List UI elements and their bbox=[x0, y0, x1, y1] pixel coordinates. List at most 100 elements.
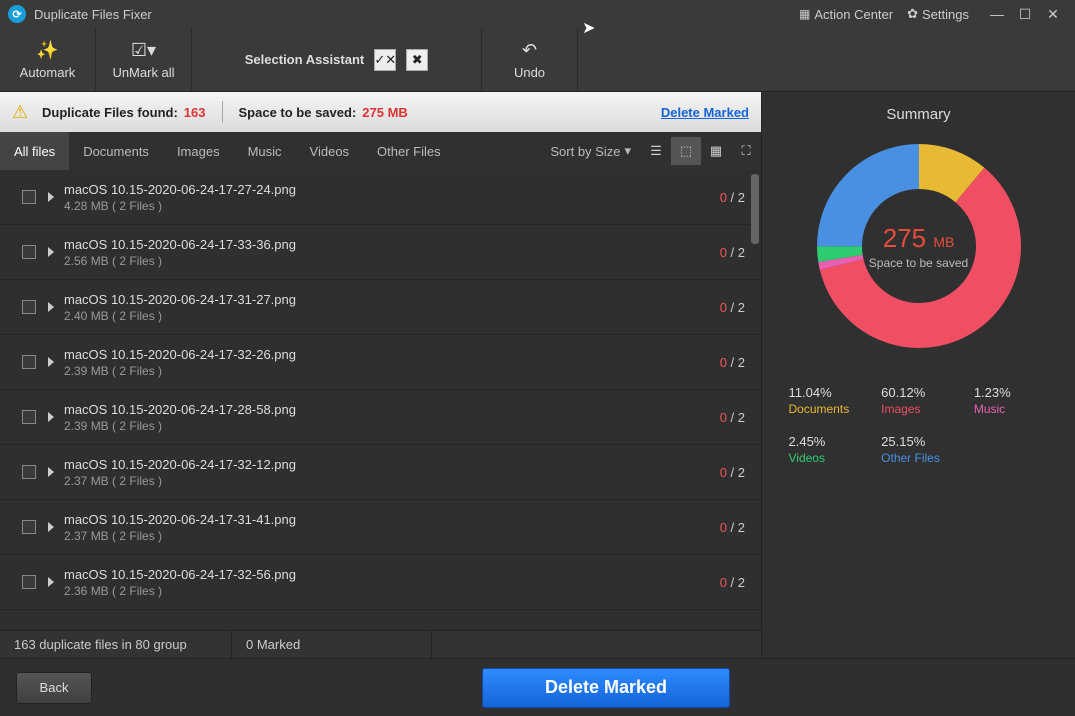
legend-name: Videos bbox=[789, 451, 864, 465]
file-counts: 0 / 2 bbox=[720, 245, 745, 260]
selection-assistant-button[interactable]: Selection Assistant ✓✕ ✖ bbox=[192, 28, 482, 91]
tab-all-files[interactable]: All files bbox=[0, 132, 69, 170]
automark-button[interactable]: ✨ Automark bbox=[0, 28, 96, 91]
legend-pct: 1.23% bbox=[974, 385, 1049, 400]
legend: 11.04%Documents60.12%Images1.23%Music2.4… bbox=[789, 385, 1049, 465]
unmark-all-button[interactable]: ☑▾ UnMark all bbox=[96, 28, 192, 91]
file-name: macOS 10.15-2020-06-24-17-28-58.png bbox=[64, 402, 720, 417]
file-meta: 2.56 MB ( 2 Files ) bbox=[64, 254, 720, 268]
file-name: macOS 10.15-2020-06-24-17-32-56.png bbox=[64, 567, 720, 582]
view-list-button[interactable]: ☰ bbox=[641, 137, 671, 165]
view-grid-button[interactable]: ▦ bbox=[701, 137, 731, 165]
legend-item: 1.23% Music bbox=[974, 385, 1049, 416]
tab-documents[interactable]: Documents bbox=[69, 132, 163, 170]
tab-videos[interactable]: Videos bbox=[296, 132, 364, 170]
file-checkbox[interactable] bbox=[22, 575, 36, 589]
action-center-button[interactable]: ▦ Action Center bbox=[799, 7, 893, 22]
file-checkbox[interactable] bbox=[22, 410, 36, 424]
fullscreen-button[interactable]: ⛶ bbox=[731, 137, 761, 165]
expand-caret-icon[interactable] bbox=[48, 302, 54, 312]
expand-caret-icon[interactable] bbox=[48, 247, 54, 257]
file-row[interactable]: macOS 10.15-2020-06-24-17-28-58.png 2.39 … bbox=[0, 390, 761, 445]
file-name: macOS 10.15-2020-06-24-17-32-26.png bbox=[64, 347, 720, 362]
donut-center-label: Space to be saved bbox=[869, 256, 968, 270]
file-name: macOS 10.15-2020-06-24-17-31-41.png bbox=[64, 512, 720, 527]
legend-name: Images bbox=[881, 402, 956, 416]
expand-caret-icon[interactable] bbox=[48, 412, 54, 422]
file-name: macOS 10.15-2020-06-24-17-27-24.png bbox=[64, 182, 720, 197]
file-checkbox[interactable] bbox=[22, 300, 36, 314]
file-counts: 0 / 2 bbox=[720, 575, 745, 590]
gear-icon: ✿ bbox=[907, 6, 918, 22]
file-meta: 2.39 MB ( 2 Files ) bbox=[64, 419, 720, 433]
legend-pct: 11.04% bbox=[789, 385, 864, 400]
legend-name: Other Files bbox=[881, 451, 956, 465]
space-label: Space to be saved: bbox=[239, 105, 357, 120]
undo-button[interactable]: ↶ Undo bbox=[482, 28, 578, 91]
file-meta: 2.37 MB ( 2 Files ) bbox=[64, 474, 720, 488]
maximize-button[interactable]: ☐ bbox=[1011, 6, 1039, 23]
file-row[interactable]: macOS 10.15-2020-06-24-17-32-56.png 2.36 … bbox=[0, 555, 761, 610]
expand-caret-icon[interactable] bbox=[48, 192, 54, 202]
scrollbar[interactable] bbox=[751, 174, 759, 244]
grid-view-icon: ▦ bbox=[710, 143, 722, 159]
unmark-label: UnMark all bbox=[112, 65, 174, 80]
chevron-down-icon: ▾ bbox=[624, 143, 631, 159]
file-meta: 2.37 MB ( 2 Files ) bbox=[64, 529, 720, 543]
back-button[interactable]: Back bbox=[16, 672, 92, 704]
left-pane: ⚠ Duplicate Files found: 163 Space to be… bbox=[0, 92, 762, 658]
file-row[interactable]: macOS 10.15-2020-06-24-17-27-24.png4.28 … bbox=[0, 170, 761, 225]
file-row[interactable]: macOS 10.15-2020-06-24-17-32-12.png 2.37 … bbox=[0, 445, 761, 500]
view-tree-button[interactable]: ⬚ bbox=[671, 137, 701, 165]
file-name: macOS 10.15-2020-06-24-17-33-36.png bbox=[64, 237, 720, 252]
file-checkbox[interactable] bbox=[22, 520, 36, 534]
action-center-label: Action Center bbox=[814, 7, 893, 22]
file-counts: 0 / 2 bbox=[720, 410, 745, 425]
file-checkbox[interactable] bbox=[22, 355, 36, 369]
tab-music[interactable]: Music bbox=[234, 132, 296, 170]
file-row[interactable]: macOS 10.15-2020-06-24-17-32-26.png2.39 … bbox=[0, 335, 761, 390]
file-counts: 0 / 2 bbox=[720, 190, 745, 205]
legend-item: 25.15%Other Files bbox=[881, 434, 956, 465]
summary-title: Summary bbox=[886, 106, 950, 123]
legend-item: 60.12%Images bbox=[881, 385, 956, 416]
minimize-button[interactable]: — bbox=[983, 6, 1011, 22]
file-list: macOS 10.15-2020-06-24-17-27-24.png4.28 … bbox=[0, 170, 761, 630]
file-counts: 0 / 2 bbox=[720, 520, 745, 535]
file-row[interactable]: macOS 10.15-2020-06-24-17-33-36.png 2.56 … bbox=[0, 225, 761, 280]
legend-name: Music bbox=[974, 402, 1049, 416]
space-value: 275 MB bbox=[362, 105, 408, 120]
sort-dropdown[interactable]: Sort by Size ▾ bbox=[550, 143, 631, 159]
titlebar: ⟳ Duplicate Files Fixer ▦ Action Center … bbox=[0, 0, 1075, 28]
file-meta: 2.40 MB ( 2 Files ) bbox=[64, 309, 720, 323]
file-row[interactable]: macOS 10.15-2020-06-24-17-31-27.png 2.40 … bbox=[0, 280, 761, 335]
file-checkbox[interactable] bbox=[22, 465, 36, 479]
tab-other[interactable]: Other Files bbox=[363, 132, 455, 170]
delete-marked-link[interactable]: Delete Marked bbox=[661, 105, 749, 120]
app-logo-icon: ⟳ bbox=[8, 5, 26, 23]
file-counts: 0 / 2 bbox=[720, 355, 745, 370]
file-counts: 0 / 2 bbox=[720, 300, 745, 315]
file-checkbox[interactable] bbox=[22, 190, 36, 204]
expand-caret-icon[interactable] bbox=[48, 357, 54, 367]
file-name: macOS 10.15-2020-06-24-17-31-27.png bbox=[64, 292, 720, 307]
expand-caret-icon[interactable] bbox=[48, 467, 54, 477]
legend-item: 2.45%Videos bbox=[789, 434, 864, 465]
file-checkbox[interactable] bbox=[22, 245, 36, 259]
file-meta: 2.36 MB ( 2 Files ) bbox=[64, 584, 720, 598]
tab-images[interactable]: Images bbox=[163, 132, 234, 170]
file-row[interactable]: macOS 10.15-2020-06-24-17-31-41.png 2.37 … bbox=[0, 500, 761, 555]
info-bar: ⚠ Duplicate Files found: 163 Space to be… bbox=[0, 92, 761, 132]
donut-chart: 275 MB Space to be saved bbox=[814, 141, 1024, 351]
donut-center-value: 275 MB bbox=[883, 223, 955, 254]
toolbar: ✨ Automark ☑▾ UnMark all Selection Assis… bbox=[0, 28, 1075, 92]
app-title: Duplicate Files Fixer bbox=[34, 7, 152, 22]
delete-marked-button[interactable]: Delete Marked bbox=[482, 668, 730, 708]
expand-caret-icon[interactable] bbox=[48, 522, 54, 532]
settings-button[interactable]: ✿ Settings bbox=[907, 6, 969, 22]
selection-assistant-label: Selection Assistant bbox=[245, 52, 364, 67]
warning-icon: ⚠ bbox=[12, 102, 34, 122]
file-name: macOS 10.15-2020-06-24-17-32-12.png bbox=[64, 457, 720, 472]
close-button[interactable]: ✕ bbox=[1039, 6, 1067, 23]
expand-caret-icon[interactable] bbox=[48, 577, 54, 587]
